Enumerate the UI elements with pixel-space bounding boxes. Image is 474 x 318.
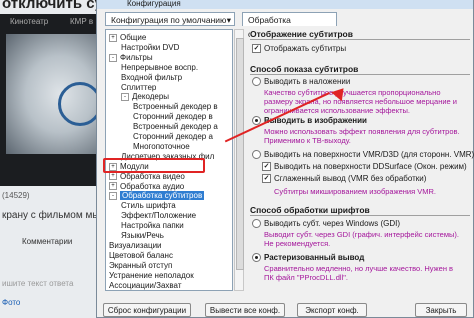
tree-item[interactable]: Настройка папки — [121, 221, 184, 231]
selection-highlight-box — [103, 158, 205, 173]
tree-item-label: Сплиттер — [121, 82, 157, 92]
method-group: Способ показа субтитров Выводить в налож… — [250, 64, 474, 224]
player-title-left: Кинотеатр — [10, 17, 49, 26]
vmr-description: Субтитры микшированием изображения VMR. — [274, 187, 437, 196]
tree-item-label: Сторонний декодер в — [133, 112, 213, 122]
tree-item[interactable]: Визуализации — [109, 241, 162, 251]
checkmark-icon: ✓ — [262, 162, 271, 172]
tree-item-label: Многопоточное — [133, 141, 190, 151]
expand-icon[interactable]: + — [109, 172, 117, 181]
overlay-description: Качество субтитров улучшается пропорцион… — [264, 88, 457, 115]
close-button[interactable]: Закрыть — [415, 303, 467, 317]
tree-item[interactable]: Эффект/Положение — [121, 211, 196, 221]
config-window: Конфигурация Конфигурация по умолчанию ▾… — [96, 0, 474, 318]
expand-icon[interactable]: + — [109, 182, 117, 191]
checkmark-icon: ✓ — [262, 174, 271, 184]
tree-item[interactable]: Настройки DVD — [121, 43, 179, 53]
window-title: Конфигурация — [127, 0, 181, 8]
scroll-thumb[interactable] — [236, 38, 244, 270]
tree-item[interactable]: Входной фильтр — [121, 73, 182, 83]
tree-item[interactable]: Сторонний декодер в — [133, 112, 213, 122]
gdi-radio[interactable]: Выводить субт. через Windows (GDI) — [252, 219, 400, 229]
tree-item[interactable]: Многопоточное — [133, 142, 190, 152]
tree-item-label: Обработка аудио — [120, 181, 185, 191]
tree-item-label: Входной фильтр — [121, 72, 183, 82]
reply-input[interactable]: ишите текст ответа — [2, 279, 73, 288]
raster-radio[interactable]: Растеризованный вывод — [252, 253, 364, 263]
tree-item[interactable]: + Общие — [109, 33, 146, 43]
tree-item[interactable]: Языки/Речь — [121, 231, 164, 241]
comments-link[interactable]: Комментарии — [22, 237, 72, 246]
ddsurface-checkbox[interactable]: ✓ Выводить на поверхности DDSurface (Окон… — [262, 162, 467, 172]
window-titlebar: Конфигурация — [97, 0, 473, 9]
tree-item-label: Непрерывное воспр. — [121, 62, 199, 72]
tree-item[interactable]: Стиль шрифта — [121, 201, 176, 211]
expand-icon[interactable]: + — [109, 33, 117, 42]
tree-item[interactable]: Ассоциации/Захват — [109, 281, 182, 291]
tree-item[interactable]: Сплиттер — [121, 83, 156, 93]
tree-item-label: Фильтры — [120, 52, 153, 62]
chevron-down-icon: ▾ — [226, 15, 231, 25]
collapse-icon[interactable]: - — [109, 192, 117, 201]
tree-item[interactable]: + Обработка видео — [109, 172, 185, 182]
view-count: (14529) — [2, 191, 30, 200]
reset-config-button[interactable]: Сброс конфигурации — [103, 303, 191, 317]
tree-item[interactable]: - Обработка субтитров — [109, 191, 205, 201]
page-heading: отключить су — [2, 0, 103, 12]
tree-item-label: Настройки DVD — [121, 42, 180, 52]
collapse-icon[interactable]: - — [121, 93, 129, 102]
tree-item-label: Сторонний декодер а — [133, 132, 213, 141]
tree-item[interactable]: Устранение неполадок — [109, 271, 194, 281]
display-group: Отображение субтитров ✓ Отображать субтит… — [250, 29, 470, 57]
tree-scrollbar[interactable] — [234, 29, 244, 291]
player-title-right: КМР в — [70, 17, 94, 26]
video-player[interactable]: Кинотеатр КМР в — [0, 14, 102, 186]
tree-item-label: Эффект/Положение — [121, 211, 197, 221]
tree-item[interactable]: + Обработка аудио — [109, 182, 184, 192]
caption-text: крану с фильмом мыш — [2, 210, 108, 221]
profile-value: Конфигурация по умолчанию — [111, 15, 227, 25]
show-subtitles-checkbox[interactable]: ✓ Отображать субтитры — [252, 44, 346, 54]
tree-item-label: Встроенный декодер а — [133, 122, 218, 132]
tree-item[interactable]: Экранный отступ — [109, 261, 172, 271]
tree-item-label: Устранение неполадок — [109, 270, 194, 280]
tree-item[interactable]: - Фильтры — [109, 53, 153, 63]
photo-link[interactable]: Фото — [2, 298, 20, 307]
tree-item[interactable]: Цветовой баланс — [109, 251, 173, 261]
tree-item-label: Декодеры — [132, 92, 170, 102]
tree-item-label: Визуализации — [109, 240, 162, 250]
tree-item[interactable]: - Декодеры — [121, 92, 169, 102]
tree-item-label: Стиль шрифта — [121, 201, 176, 211]
checkmark-icon: ✓ — [252, 44, 261, 54]
tree-item-label: Общие — [120, 33, 147, 42]
tree-item-label: Экранный отступ — [109, 260, 173, 270]
tree-item-label: Ассоциации/Захват — [109, 280, 182, 290]
tab-subtitles[interactable]: Обработка субтитров — [242, 12, 337, 39]
export-config-button[interactable]: Экспорт конф. — [297, 303, 367, 317]
tree-item-label: Языки/Речь — [121, 231, 164, 240]
raster-description: Сравнительно медленно, но лучше качество… — [264, 264, 454, 282]
tree-item-label: Цветовой баланс — [109, 250, 173, 260]
collapse-icon[interactable]: - — [109, 53, 117, 62]
tree-item-label: Настройка папки — [121, 221, 184, 231]
tree-item[interactable]: Встроенный декодер а — [133, 122, 218, 132]
gdi-description: Выводит субт. через GDI (графич. интерфе… — [264, 230, 459, 248]
save-all-button[interactable]: Вывести все конф. — [205, 303, 285, 317]
smooth-checkbox[interactable]: ✓ Сглаженный вывод (VMR без обработки) — [262, 174, 426, 184]
tree-item-label: Обработка субтитров — [120, 191, 205, 201]
tree-item[interactable]: Непрерывное воспр. — [121, 63, 198, 73]
tree-item[interactable]: Встроенный декодер в — [133, 102, 218, 112]
vmr-radio[interactable]: Выводить на поверхности VMR/D3D (для сто… — [252, 150, 474, 160]
font-group: Способ обработки шрифтов Выводить субт. … — [250, 205, 470, 295]
tree-item-label: Встроенный декодер в — [133, 102, 218, 112]
profile-dropdown[interactable]: Конфигурация по умолчанию ▾ — [105, 12, 235, 26]
tree-item[interactable]: Сторонний декодер а — [133, 132, 213, 142]
image-description: Можно использовать эффект появления для … — [264, 127, 460, 145]
